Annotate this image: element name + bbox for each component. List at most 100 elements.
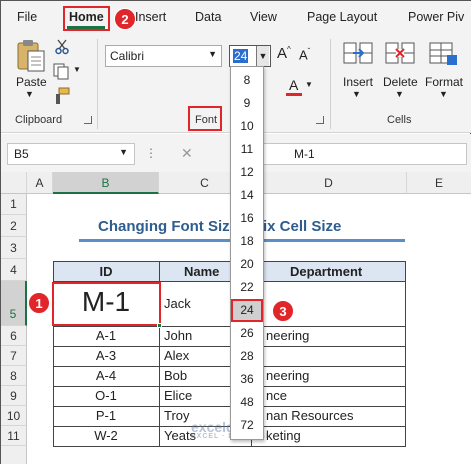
menu-bar: File Home Insert Data View Page Layout P…	[1, 1, 471, 33]
font-name-combo[interactable]: Calibri ▼	[105, 45, 222, 67]
table-row-dept-cell[interactable]: nce	[263, 388, 287, 403]
name-box-value: B5	[14, 147, 29, 161]
row-header-12[interactable]	[1, 446, 27, 464]
delete-cells-icon[interactable]	[385, 41, 415, 72]
name-box-splitter-icon[interactable]: ⋮	[145, 146, 157, 160]
menu-file[interactable]: File	[17, 10, 37, 24]
row-header-5[interactable]: 5	[1, 281, 27, 326]
table-row-name-cell[interactable]: Alex	[161, 348, 189, 363]
name-box-chevron-icon[interactable]: ▼	[119, 147, 128, 157]
menu-power-pivot[interactable]: Power Piv	[408, 10, 464, 24]
table-row-dept-cell[interactable]: neering	[263, 368, 309, 383]
font-size-option-48[interactable]: 48	[231, 391, 263, 414]
row-header-8[interactable]: 8	[1, 366, 27, 386]
cancel-entry-icon[interactable]: ✕	[181, 145, 193, 162]
formula-input[interactable]: M-1	[231, 143, 467, 165]
copy-icon[interactable]	[53, 63, 71, 84]
table-row-name-cell[interactable]: John	[161, 328, 192, 343]
format-cells-label[interactable]: Format	[425, 75, 463, 89]
font-size-option-24[interactable]: 24	[231, 299, 263, 322]
decrease-font-size-icon[interactable]: Aˇ	[299, 47, 310, 62]
font-size-option-16[interactable]: 16	[231, 207, 263, 230]
callout-badge-1: 1	[28, 292, 50, 314]
table-row-id-cell[interactable]: A-3	[53, 348, 159, 363]
row-header-3[interactable]: 3	[1, 237, 27, 259]
column-header-d[interactable]: D	[251, 172, 407, 194]
font-size-combo[interactable]: 24 ▼	[229, 45, 271, 67]
row-header-7[interactable]: 7	[1, 346, 27, 366]
paste-icon[interactable]	[15, 39, 47, 78]
sheet-title-suffix[interactable]: ix Cell Size	[260, 218, 341, 235]
font-size-option-72[interactable]: 72	[231, 414, 263, 437]
font-size-option-11[interactable]: 11	[231, 138, 263, 161]
table-row-name-cell[interactable]: Jack	[161, 296, 191, 311]
table-row-name-cell[interactable]: Troy	[161, 408, 190, 423]
font-color-icon[interactable]: A	[289, 77, 298, 93]
column-header-e[interactable]: E	[407, 172, 471, 194]
font-color-bar	[286, 93, 302, 96]
copy-chevron-icon[interactable]: ▼	[73, 65, 81, 74]
menu-view[interactable]: View	[250, 10, 277, 24]
table-row-id-cell[interactable]: A-4	[53, 368, 159, 383]
row-header-1[interactable]: 1	[1, 194, 27, 215]
row-header-2[interactable]: 2	[1, 215, 27, 237]
name-box[interactable]: B5 ▼	[7, 143, 135, 165]
format-chevron-icon[interactable]: ▼	[439, 89, 448, 99]
column-header-b[interactable]: B	[53, 172, 159, 194]
font-size-option-36[interactable]: 36	[231, 368, 263, 391]
font-size-option-12[interactable]: 12	[231, 161, 263, 184]
font-size-option-26[interactable]: 26	[231, 322, 263, 345]
font-size-option-9[interactable]: 9	[231, 92, 263, 115]
column-header-a[interactable]: A	[27, 172, 53, 194]
font-size-value[interactable]: 24	[233, 49, 249, 63]
format-cells-icon[interactable]	[429, 41, 459, 72]
font-size-option-22[interactable]: 22	[231, 276, 263, 299]
insert-cells-label[interactable]: Insert	[343, 75, 373, 89]
row-header-10[interactable]: 10	[1, 406, 27, 426]
row-header-4[interactable]: 4	[1, 259, 27, 281]
select-all-corner[interactable]	[1, 172, 27, 194]
clipboard-launcher-icon[interactable]	[84, 116, 92, 124]
menu-insert[interactable]: Insert	[135, 10, 166, 24]
cut-icon[interactable]	[55, 39, 69, 58]
font-size-option-18[interactable]: 18	[231, 230, 263, 253]
menu-data[interactable]: Data	[195, 10, 221, 24]
table-row-id-cell[interactable]: A-1	[53, 328, 159, 343]
font-size-option-14[interactable]: 14	[231, 184, 263, 207]
cells-group-label: Cells	[387, 114, 412, 126]
insert-chevron-icon[interactable]: ▼	[352, 89, 361, 99]
table-row-id-cell[interactable]: O-1	[53, 388, 159, 403]
insert-cells-icon[interactable]	[343, 41, 373, 72]
font-size-chevron-icon[interactable]: ▼	[256, 46, 269, 66]
home-highlight-box	[63, 6, 110, 31]
delete-chevron-icon[interactable]: ▼	[395, 89, 404, 99]
ribbon-separator	[97, 39, 98, 129]
format-painter-icon[interactable]	[53, 87, 71, 108]
delete-cells-label[interactable]: Delete	[383, 75, 418, 89]
font-size-option-28[interactable]: 28	[231, 345, 263, 368]
font-size-option-8[interactable]: 8	[231, 69, 263, 92]
row-header-11[interactable]: 11	[1, 426, 27, 446]
font-name-chevron-icon[interactable]: ▼	[208, 49, 217, 59]
sheet-title[interactable]: Changing Font Siz	[95, 218, 230, 235]
font-size-option-10[interactable]: 10	[231, 115, 263, 138]
font-launcher-icon[interactable]	[316, 116, 324, 124]
table-row-id-cell[interactable]: W-2	[53, 428, 159, 443]
callout-badge-3: 3	[272, 300, 294, 322]
font-size-option-20[interactable]: 20	[231, 253, 263, 276]
table-row-dept-cell[interactable]: neering	[263, 328, 309, 343]
table-row-name-cell[interactable]: Bob	[161, 368, 187, 383]
menu-page-layout[interactable]: Page Layout	[307, 10, 377, 24]
row-header-9[interactable]: 9	[1, 386, 27, 406]
font-name-value: Calibri	[110, 49, 145, 63]
font-size-dropdown[interactable]: 8 9 10 11 12 14 16 18 20 22 24 26 28 36 …	[230, 66, 264, 440]
table-row-name-cell[interactable]: Elice	[161, 388, 192, 403]
paste-button-label[interactable]: Paste	[16, 75, 47, 89]
paste-chevron-icon[interactable]: ▼	[25, 89, 34, 99]
selected-cell-b5[interactable]	[52, 282, 161, 326]
increase-font-size-icon[interactable]: A^	[277, 45, 291, 62]
row-header-6[interactable]: 6	[1, 326, 27, 346]
table-row-id-cell[interactable]: P-1	[53, 408, 159, 423]
table-row-dept-cell[interactable]: nan Resources	[263, 408, 353, 423]
font-color-chevron-icon[interactable]: ▼	[305, 80, 313, 89]
